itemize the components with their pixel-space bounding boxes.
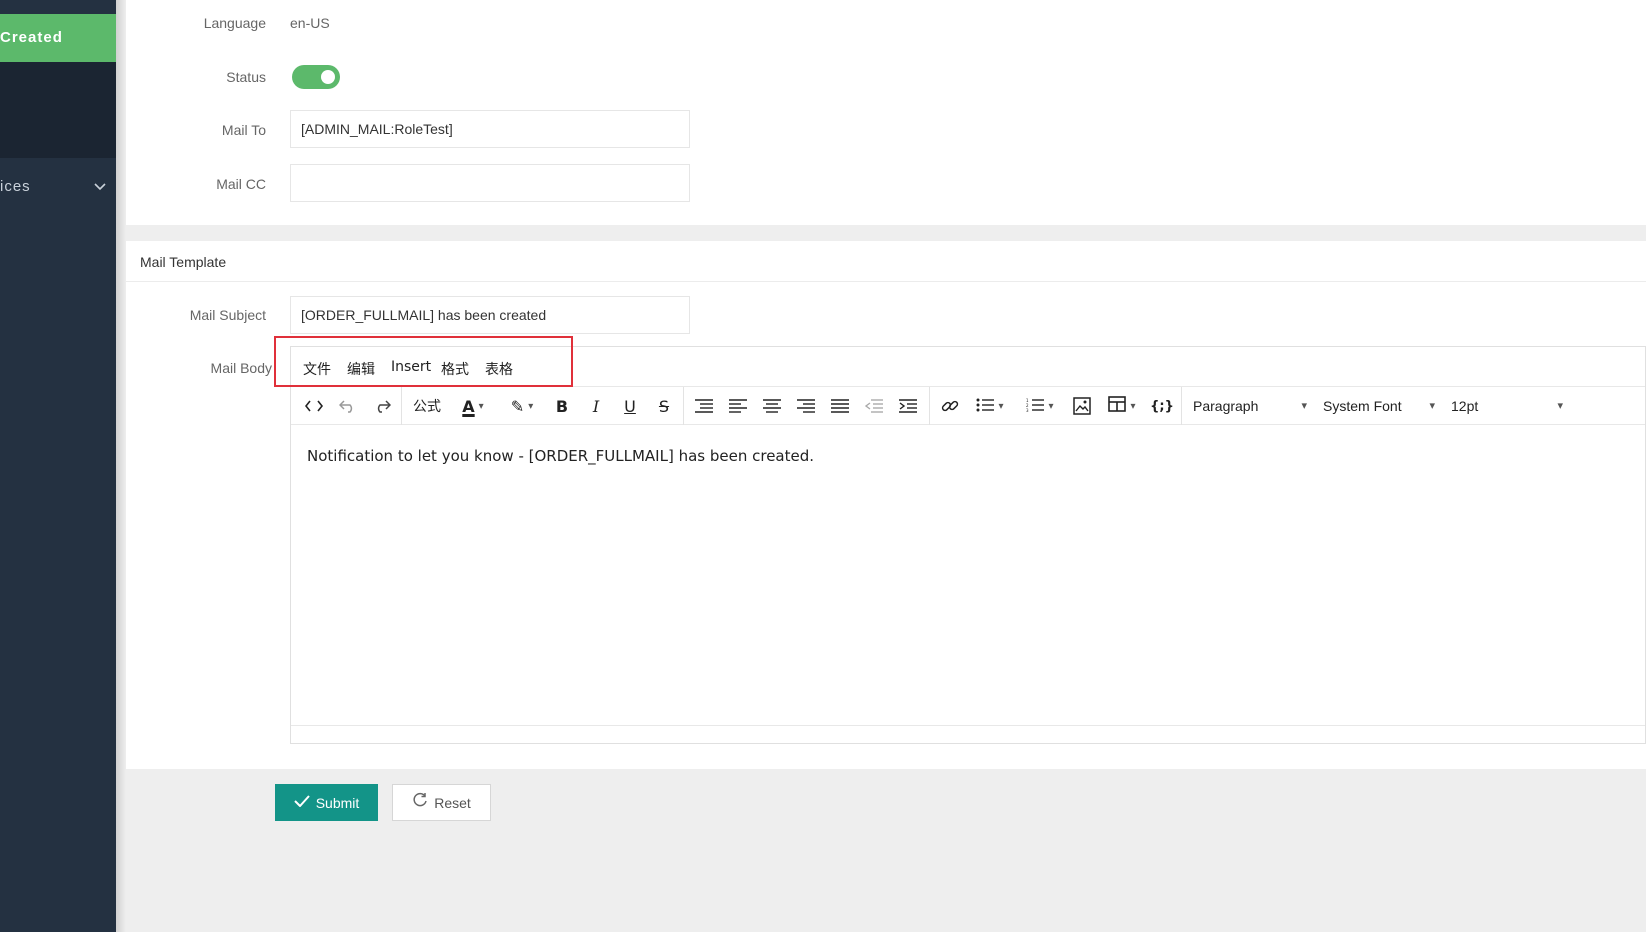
sidebar-group-label: ices <box>0 178 31 195</box>
align-left-icon[interactable] <box>723 387 753 425</box>
font-family-select[interactable]: System Font ▾ <box>1323 387 1435 425</box>
toolbar-divider <box>929 387 930 425</box>
block-format-value: Paragraph <box>1193 398 1259 414</box>
chevron-down-icon: ▾ <box>1301 400 1307 412</box>
chevron-down-icon: ▾ <box>1557 400 1563 412</box>
align-center-icon[interactable] <box>757 387 787 425</box>
undo-icon[interactable] <box>333 387 363 425</box>
table-button[interactable]: ▾ <box>1099 387 1145 425</box>
numbered-list-icon: 123 <box>1026 397 1045 416</box>
sidebar: Created ices <box>0 0 116 932</box>
mail-subject-label: Mail Subject <box>189 307 266 323</box>
line-height-icon[interactable] <box>689 387 719 425</box>
mail-cc-input[interactable] <box>290 164 690 202</box>
status-toggle[interactable] <box>292 65 340 89</box>
chevron-down-icon: ▾ <box>478 400 484 412</box>
table-icon <box>1108 396 1127 416</box>
chevron-down-icon: ▾ <box>1429 400 1435 412</box>
bullet-list-button[interactable]: ▾ <box>967 387 1013 425</box>
sidebar-item-created[interactable]: Created <box>0 14 116 62</box>
highlight-color-button[interactable]: ✎ ▾ <box>499 387 545 425</box>
outdent-icon[interactable] <box>859 387 889 425</box>
chevron-down-icon: ▾ <box>528 400 534 412</box>
sidebar-group-services[interactable]: ices <box>0 170 116 204</box>
rich-text-editor[interactable]: 文件 编辑 Insert 格式 表格 公式 A ▾ ✎ ▾ B I U S ▾ … <box>290 346 1646 744</box>
language-value: en-US <box>290 15 330 31</box>
chevron-down-icon: ▾ <box>1130 400 1136 412</box>
toolbar-divider <box>683 387 684 425</box>
font-size-value: 12pt <box>1451 398 1479 414</box>
italic-icon[interactable]: I <box>581 387 611 425</box>
chevron-down-icon: ▾ <box>1048 400 1054 412</box>
editor-content[interactable]: Notification to let you know - [ORDER_FU… <box>307 447 814 465</box>
mail-body-label: Mail Body <box>210 360 272 376</box>
font-family-value: System Font <box>1323 398 1402 414</box>
toggle-knob <box>321 70 335 84</box>
chevron-down-icon: ▾ <box>998 400 1004 412</box>
source-code-icon[interactable] <box>299 387 329 425</box>
mail-to-input[interactable]: [ADMIN_MAIL:RoleTest] <box>290 110 690 148</box>
status-label: Status <box>226 69 266 85</box>
language-label: Language <box>203 15 266 31</box>
editor-statusbar <box>291 725 1645 743</box>
bold-icon[interactable]: B <box>547 387 577 425</box>
formula-button[interactable]: 公式 <box>407 387 447 425</box>
section-header: Mail Template <box>126 241 1646 282</box>
settings-panel: Language en-US Status Mail To [ADMIN_MAI… <box>126 0 1646 225</box>
align-justify-icon[interactable] <box>825 387 855 425</box>
refresh-icon <box>412 792 428 813</box>
mail-to-label: Mail To <box>221 122 266 138</box>
section-title: Mail Template <box>140 254 227 270</box>
text-color-button[interactable]: A ▾ <box>451 387 495 425</box>
template-variable-icon[interactable]: {;} <box>1147 387 1177 425</box>
chevron-down-icon <box>94 170 106 204</box>
svg-text:3: 3 <box>1026 408 1029 412</box>
checkmark-icon <box>293 794 310 811</box>
bullet-list-icon <box>976 397 995 416</box>
editor-toolbar: 公式 A ▾ ✎ ▾ B I U S ▾ 1 2 3 ▾ ▾ {;} Parag… <box>291 387 1645 425</box>
toolbar-divider <box>401 387 402 425</box>
underline-icon[interactable]: U <box>615 387 645 425</box>
align-right-icon[interactable] <box>791 387 821 425</box>
strikethrough-icon[interactable]: S <box>649 387 679 425</box>
text-color-icon: A <box>462 396 475 416</box>
redo-icon[interactable] <box>367 387 397 425</box>
submit-button[interactable]: Submit <box>275 784 378 821</box>
sidebar-item-label: Created <box>0 29 63 46</box>
highlighter-icon: ✎ <box>510 396 525 416</box>
reset-label: Reset <box>434 794 471 811</box>
mail-cc-label: Mail CC <box>216 176 266 192</box>
highlight-annotation <box>274 336 573 387</box>
indent-icon[interactable] <box>893 387 923 425</box>
submit-label: Submit <box>315 794 360 811</box>
sidebar-submenu-area <box>0 62 116 158</box>
numbered-list-button[interactable]: 123 ▾ <box>1017 387 1063 425</box>
block-format-select[interactable]: Paragraph ▾ <box>1193 387 1307 425</box>
sidebar-shadow <box>116 0 126 932</box>
mail-subject-input[interactable]: [ORDER_FULLMAIL] has been created <box>290 296 690 334</box>
toolbar-divider <box>1181 387 1182 425</box>
link-icon[interactable] <box>935 387 965 425</box>
reset-button[interactable]: Reset <box>392 784 491 821</box>
image-icon[interactable] <box>1067 387 1097 425</box>
font-size-select[interactable]: 12pt ▾ <box>1451 387 1563 425</box>
